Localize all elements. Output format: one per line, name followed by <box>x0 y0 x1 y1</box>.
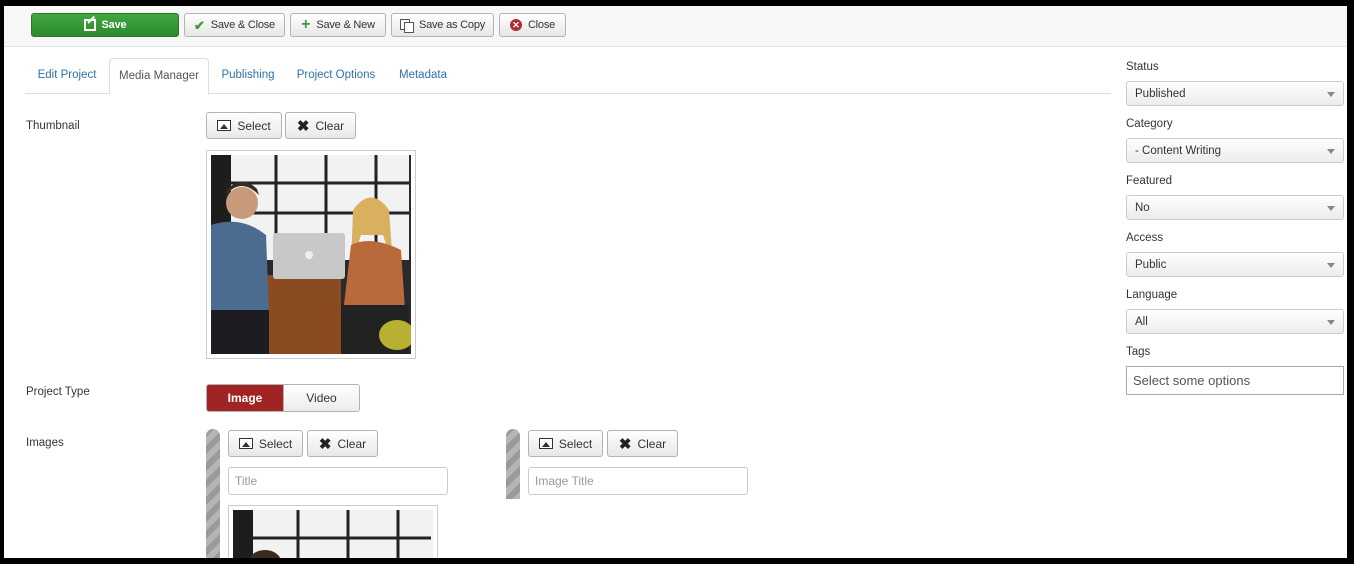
language-label: Language <box>1126 289 1178 301</box>
close-button[interactable]: ✕ Close <box>499 13 566 37</box>
language-select[interactable]: All <box>1126 309 1344 334</box>
image-preview <box>228 505 438 558</box>
images-label: Images <box>26 437 64 449</box>
featured-select[interactable]: No <box>1126 195 1344 220</box>
drag-handle[interactable] <box>206 429 220 558</box>
featured-label: Featured <box>1126 175 1173 187</box>
image-clear-button[interactable]: ✖ Clear <box>607 430 678 457</box>
tags-placeholder: Select some options <box>1133 373 1251 388</box>
tab-label: Media Manager <box>119 70 199 82</box>
check-icon: ✔ <box>194 17 205 33</box>
status-value: Published <box>1135 87 1186 100</box>
tab-edit-project[interactable]: Edit Project <box>25 58 109 94</box>
edit-icon <box>83 19 96 31</box>
clear-x-icon: ✖ <box>618 435 632 453</box>
image-title-input[interactable] <box>228 467 448 495</box>
image-clear-button[interactable]: ✖ Clear <box>307 430 378 457</box>
language-value: All <box>1135 315 1148 328</box>
access-select[interactable]: Public <box>1126 252 1344 277</box>
type-video-option[interactable]: Video <box>283 385 359 411</box>
thumbnail-image <box>206 150 416 359</box>
tab-label: Publishing <box>221 69 275 81</box>
category-label: Category <box>1126 118 1173 130</box>
save-copy-label: Save as Copy <box>418 19 486 31</box>
tags-input[interactable]: Select some options <box>1126 366 1344 395</box>
tags-label: Tags <box>1126 346 1151 358</box>
chevron-down-icon <box>1327 149 1335 154</box>
status-select[interactable]: Published <box>1126 81 1344 106</box>
status-label: Status <box>1126 61 1159 73</box>
meeting-photo <box>211 155 411 354</box>
tab-publishing[interactable]: Publishing <box>213 58 283 94</box>
category-select[interactable]: - Content Writing <box>1126 138 1344 163</box>
image-title-input[interactable] <box>528 467 748 495</box>
save-button[interactable]: Save <box>31 13 179 37</box>
access-value: Public <box>1135 258 1167 271</box>
project-type-label: Project Type <box>26 386 90 398</box>
tab-bar: Edit Project Media Manager Publishing Pr… <box>25 58 1111 95</box>
chevron-down-icon <box>1327 263 1335 268</box>
drag-handle[interactable] <box>506 429 520 499</box>
access-label: Access <box>1126 232 1164 244</box>
app-frame: Save ✔ Save & Close + Save & New Save as… <box>0 0 1354 564</box>
chevron-down-icon <box>1327 92 1335 97</box>
chevron-down-icon <box>1327 320 1335 325</box>
clear-label: Clear <box>337 436 367 451</box>
save-copy-button[interactable]: Save as Copy <box>391 13 494 37</box>
copy-icon <box>399 19 414 33</box>
image-icon <box>217 120 232 131</box>
meeting-photo <box>233 510 433 558</box>
clear-x-icon: ✖ <box>318 435 332 453</box>
tab-label: Edit Project <box>37 69 97 81</box>
save-new-button[interactable]: + Save & New <box>290 13 386 37</box>
save-label: Save <box>101 19 127 31</box>
select-label: Select <box>258 436 293 451</box>
clear-label: Clear <box>637 436 667 451</box>
close-icon: ✕ <box>509 19 522 31</box>
tab-metadata[interactable]: Metadata <box>391 58 455 94</box>
save-close-button[interactable]: ✔ Save & Close <box>184 13 285 37</box>
chevron-down-icon <box>1327 206 1335 211</box>
close-label: Close <box>527 19 556 31</box>
image-icon <box>238 438 253 449</box>
thumbnail-clear-button[interactable]: ✖ Clear <box>285 112 356 139</box>
thumbnail-label: Thumbnail <box>26 120 80 132</box>
toolbar: Save ✔ Save & Close + Save & New Save as… <box>4 6 1347 47</box>
featured-value: No <box>1135 201 1150 214</box>
thumbnail-select-button[interactable]: Select <box>206 112 282 139</box>
image-icon <box>538 438 553 449</box>
image-select-button[interactable]: Select <box>228 430 303 457</box>
image-select-button[interactable]: Select <box>528 430 603 457</box>
type-image-option[interactable]: Image <box>207 385 283 411</box>
tab-project-options[interactable]: Project Options <box>291 58 381 94</box>
project-type-toggle: Image Video <box>206 384 360 412</box>
plus-icon: + <box>301 16 311 33</box>
tab-label: Metadata <box>399 69 447 81</box>
clear-x-icon: ✖ <box>296 117 310 135</box>
tab-label: Project Options <box>296 69 376 81</box>
select-label: Select <box>237 118 271 133</box>
select-label: Select <box>558 436 593 451</box>
save-close-label: Save & Close <box>210 19 275 31</box>
category-value: - Content Writing <box>1135 144 1222 157</box>
clear-label: Clear <box>315 118 345 133</box>
tab-media-manager[interactable]: Media Manager <box>109 58 209 95</box>
save-new-label: Save & New <box>316 19 375 31</box>
